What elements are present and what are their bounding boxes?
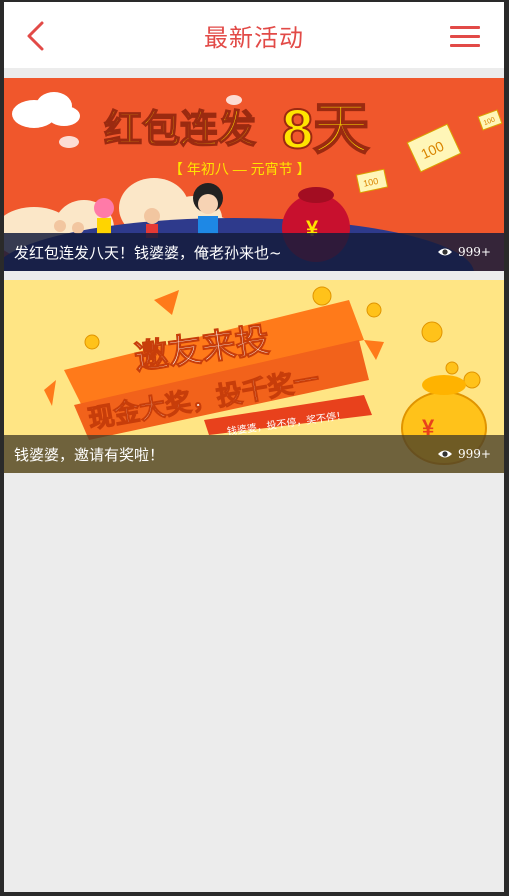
hamburger-line <box>450 35 480 38</box>
view-count: 999+ <box>437 447 491 461</box>
menu-button[interactable] <box>450 22 482 50</box>
banner1-headline: 红包连发 <box>104 109 256 151</box>
activity-card-invite[interactable]: 邀友来投 现金大奖，投千奖一 钱婆婆，投不停，奖不停！ ¥ 钱婆婆，邀请有奖啦！… <box>4 280 504 473</box>
hamburger-line <box>450 44 480 47</box>
activity-caption-bar: 发红包连发八天！钱婆婆，俺老孙来也~ 999+ <box>4 233 504 271</box>
hamburger-menu-icon <box>450 26 480 29</box>
top-nav-bar: 最新活动 <box>4 2 504 68</box>
view-count-value: 999+ <box>458 245 491 259</box>
activity-title: 钱婆婆，邀请有奖啦！ <box>14 445 165 464</box>
view-count-value: 999+ <box>458 447 491 461</box>
view-count: 999+ <box>437 245 491 259</box>
banner1-big-number: 8天 <box>282 97 369 160</box>
activity-card-red-envelope[interactable]: 红包连发 8天 【 年初八 — 元宵节 】 100 100 100 ¥ 发红包连… <box>4 78 504 271</box>
eye-icon <box>438 248 453 256</box>
eye-icon <box>438 450 453 458</box>
activity-caption-bar: 钱婆婆，邀请有奖啦！ 999+ <box>4 435 504 473</box>
app-screen: 最新活动 红包连发 8天 【 年初八 — 元宵节 】 100 100 100 ¥… <box>4 2 504 892</box>
activity-title: 发红包连发八天！钱婆婆，俺老孙来也~ <box>14 243 282 262</box>
banner1-subline: 【 年初八 — 元宵节 】 <box>169 161 311 177</box>
page-title: 最新活动 <box>204 24 304 52</box>
